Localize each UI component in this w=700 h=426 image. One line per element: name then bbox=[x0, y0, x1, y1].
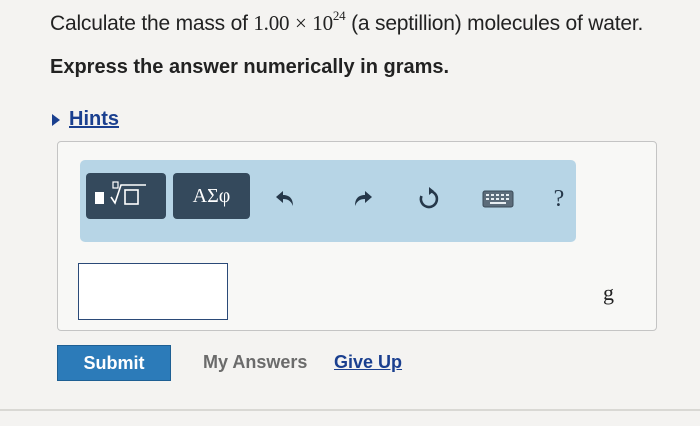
redo-icon bbox=[355, 191, 372, 206]
keyboard-icon bbox=[482, 190, 514, 208]
reset-icon bbox=[419, 187, 439, 209]
give-up-link[interactable]: Give Up bbox=[334, 352, 402, 373]
answer-input[interactable] bbox=[78, 263, 228, 320]
question-coefficient: 1.00 bbox=[253, 11, 290, 35]
question-exponent: 24 bbox=[332, 8, 346, 23]
help-button[interactable]: ? bbox=[544, 184, 574, 214]
question-text: Calculate the mass of 1.00 × 1024 (a sep… bbox=[50, 8, 644, 36]
symbols-button[interactable]: ΑΣφ bbox=[173, 173, 250, 219]
undo-icon bbox=[276, 191, 293, 206]
undo-button[interactable] bbox=[270, 184, 300, 214]
answer-panel: ΑΣφ ? g bbox=[57, 141, 657, 331]
reset-button[interactable] bbox=[414, 184, 444, 214]
question-prefix: Calculate the mass of bbox=[50, 12, 254, 35]
math-toolbar: ΑΣφ ? bbox=[80, 160, 576, 242]
templates-button[interactable] bbox=[86, 173, 166, 219]
keyboard-button[interactable] bbox=[478, 184, 518, 214]
answer-instruction: Express the answer numerically in grams. bbox=[50, 56, 450, 78]
hints-link[interactable]: Hints bbox=[69, 108, 119, 131]
question-suffix: (a septillion) molecules of water. bbox=[345, 12, 644, 35]
submit-button[interactable]: Submit bbox=[57, 345, 171, 381]
my-answers-link[interactable]: My Answers bbox=[203, 352, 307, 373]
question-base: 10 bbox=[312, 11, 333, 35]
redo-button[interactable] bbox=[348, 184, 378, 214]
section-divider bbox=[0, 409, 700, 411]
hints-toggle[interactable]: Hints bbox=[52, 108, 119, 131]
question-times: × bbox=[294, 11, 307, 35]
unit-label: g bbox=[603, 280, 614, 305]
expand-triangle-icon bbox=[52, 113, 60, 126]
templates-icon bbox=[95, 181, 146, 205]
